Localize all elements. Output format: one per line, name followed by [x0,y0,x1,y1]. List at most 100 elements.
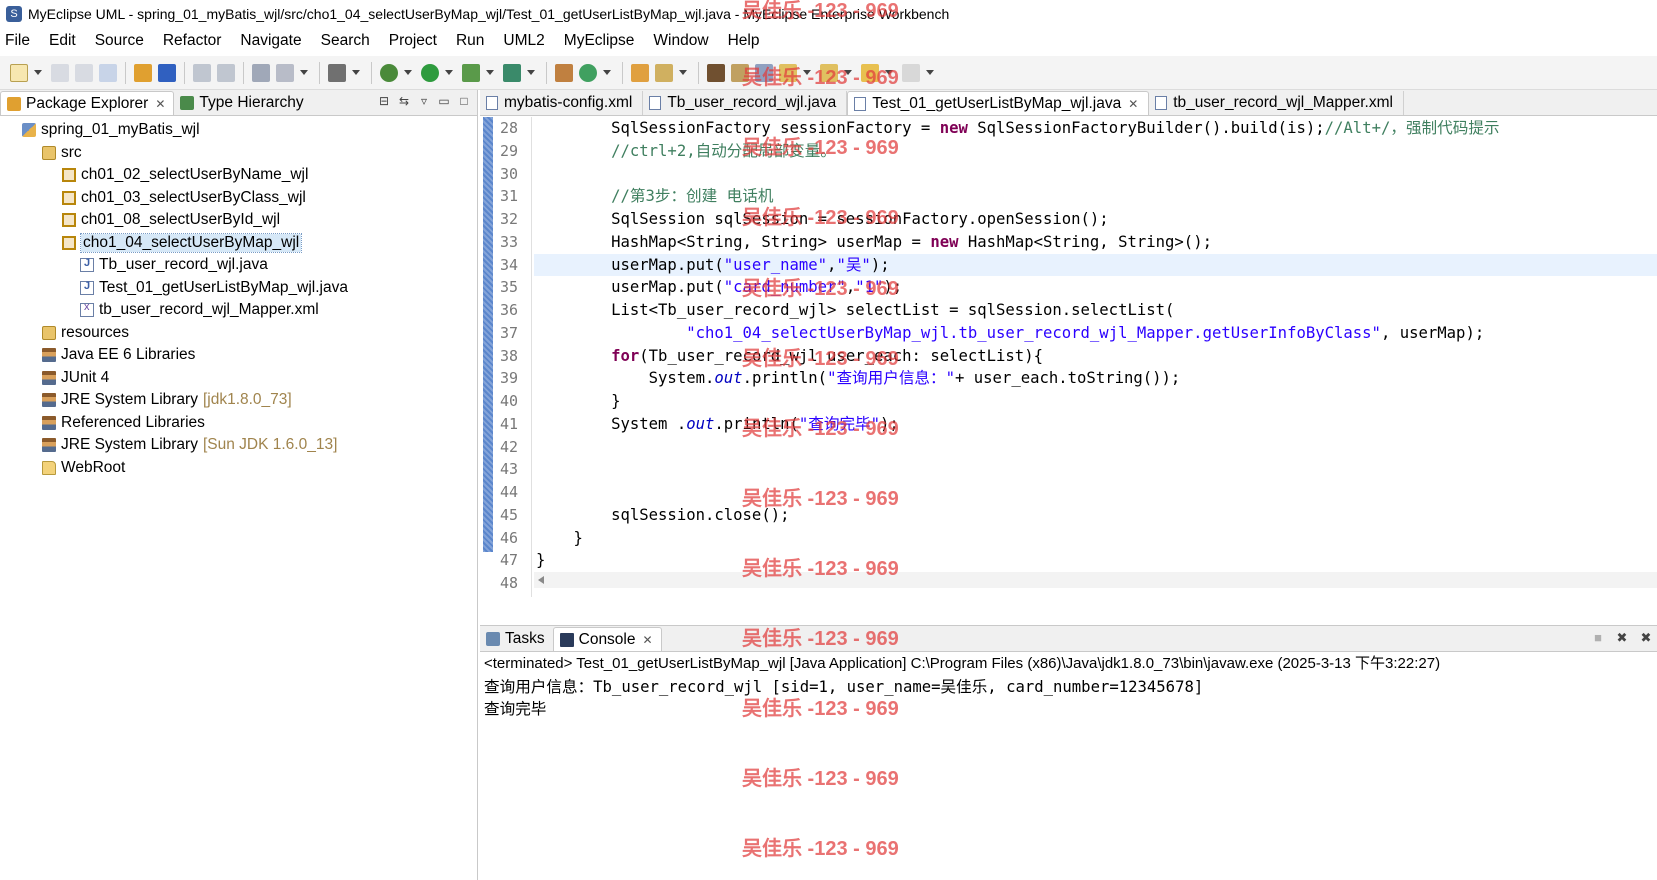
remove-all-terminated-icon[interactable]: ✖ [1639,631,1653,645]
code-line[interactable]: SqlSession sqlSession = sessionFactory.o… [534,208,1657,231]
tree-item[interactable]: Referenced Libraries [0,412,477,435]
menu-uml2[interactable]: UML2 [503,32,544,50]
code-line[interactable]: List<Tb_user_record_wjl> selectList = sq… [534,299,1657,322]
refresh-icon[interactable] [217,63,235,82]
save-icon[interactable] [51,63,69,82]
deploy-icon[interactable] [252,63,270,82]
menu-file[interactable]: File [5,32,30,50]
code-line[interactable]: userMap.put("user_name","吴"); [534,253,1657,277]
tab-type-hierarchy[interactable]: Type Hierarchy [174,91,311,115]
new-class-dropdown-icon[interactable] [603,70,611,75]
toggle-breadcrumb-icon[interactable] [707,63,725,82]
menu-search[interactable]: Search [321,32,370,50]
tree-item[interactable]: Java EE 6 Libraries [0,344,477,367]
back-icon[interactable] [861,63,879,82]
code-line[interactable]: System.out.println("查询用户信息："+ user_each.… [534,367,1657,390]
run-icon[interactable] [421,63,439,82]
console-output[interactable]: 查询用户信息：Tb_user_record_wjl [sid=1, user_n… [480,676,1657,720]
editor-tab[interactable]: tb_user_record_wjl_Mapper.xml [1149,91,1404,115]
forward-dropdown-icon[interactable] [926,70,934,75]
tab-package-explorer[interactable]: Package Explorer ✕ [0,91,175,115]
tab-tasks[interactable]: Tasks [480,627,553,651]
external-tools-dropdown-icon[interactable] [527,70,535,75]
debug-icon[interactable] [380,63,398,82]
menu-edit[interactable]: Edit [49,32,76,50]
tree-item[interactable]: resources [0,322,477,345]
menu-navigate[interactable]: Navigate [240,32,301,50]
tree-item[interactable]: JRE System Library [Sun JDK 1.6.0_13] [0,434,477,457]
run-dropdown-icon[interactable] [445,70,453,75]
back-dropdown-icon[interactable] [885,70,893,75]
code-line[interactable]: userMap.put("card_number","1"); [534,276,1657,299]
editor-tab[interactable]: Test_01_getUserListByMap_wjl.java ✕ [847,91,1150,115]
terminate-icon[interactable]: ■ [1591,631,1605,645]
menu-help[interactable]: Help [728,32,760,50]
menu-source[interactable]: Source [95,32,144,50]
tree-item[interactable]: tb_user_record_wjl_Mapper.xml [0,299,477,322]
tree-item[interactable]: ch01_08_selectUserById_wjl [0,209,477,232]
server-icon[interactable] [276,63,294,82]
code-line[interactable]: "cho1_04_selectUserByMap_wjl.tb_user_rec… [534,322,1657,345]
search-dropdown-icon[interactable] [679,70,687,75]
code-line[interactable] [534,163,1657,186]
tree-item[interactable]: Test_01_getUserListByMap_wjl.java [0,277,477,300]
tree-item[interactable]: WebRoot [0,457,477,480]
code-line[interactable]: System .out.println("查询完毕"); [534,413,1657,436]
code-line[interactable] [534,481,1657,504]
next-annotation-dropdown-icon[interactable] [803,70,811,75]
tree-item[interactable]: ch01_02_selectUserByName_wjl [0,164,477,187]
next-annotation-icon[interactable] [779,63,797,82]
link-with-editor-icon[interactable]: ⇆ [397,94,411,108]
open-resource-icon[interactable] [158,63,176,82]
tree-item[interactable]: src [0,142,477,165]
tree-item[interactable]: JRE System Library [jdk1.8.0_73] [0,389,477,412]
editor-tab[interactable]: Tb_user_record_wjl.java [643,91,848,115]
run-with-coverage-icon[interactable] [462,63,480,82]
build-icon[interactable] [193,63,211,82]
menu-run[interactable]: Run [456,32,484,50]
code-line[interactable]: SqlSessionFactory sessionFactory = new S… [534,117,1657,140]
external-tools-icon[interactable] [503,63,521,82]
close-icon[interactable]: ✕ [643,633,653,647]
coverage-dropdown-icon[interactable] [486,70,494,75]
code-line[interactable]: //第3步：创建 电话机 [534,185,1657,208]
open-task-icon[interactable] [631,63,649,82]
code-line[interactable] [534,458,1657,481]
collapse-all-icon[interactable]: ⊟ [377,94,391,108]
code-line[interactable] [534,436,1657,459]
code-line[interactable]: } [534,527,1657,550]
show-whitespace-icon[interactable] [755,63,773,82]
menu-window[interactable]: Window [653,32,708,50]
open-type-icon[interactable] [134,63,152,82]
tree-item[interactable]: cho1_04_selectUserByMap_wjl [0,232,477,255]
maximize-icon[interactable]: □ [457,94,471,108]
debug-dropdown-icon[interactable] [404,70,412,75]
new-icon[interactable] [10,63,28,82]
previous-annotation-icon[interactable] [820,63,838,82]
code-area[interactable]: 28 29 30 31 32 33 34 35 36 37 38 39 40 41 42 43 44 45 46 47… [480,117,1657,597]
new-dropdown-icon[interactable] [34,70,42,75]
new-class-icon[interactable] [579,63,597,82]
source-code[interactable]: SqlSessionFactory sessionFactory = new S… [534,117,1657,595]
code-line[interactable]: HashMap<String, String> userMap = new Ha… [534,231,1657,254]
tree-item[interactable]: Tb_user_record_wjl.java [0,254,477,277]
minimize-icon[interactable]: ▭ [437,94,451,108]
horizontal-scrollbar[interactable] [534,572,1657,588]
view-menu-icon[interactable]: ▿ [417,94,431,108]
new-java-project-icon[interactable] [555,63,573,82]
code-line[interactable]: } [534,549,1657,572]
mark-occurrences-icon[interactable] [731,63,749,82]
previous-annotation-dropdown-icon[interactable] [844,70,852,75]
tree-item[interactable]: ch01_03_selectUserByClass_wjl [0,187,477,210]
screenshot-dropdown-icon[interactable] [352,70,360,75]
menu-myeclipse[interactable]: MyEclipse [564,32,635,50]
forward-icon[interactable] [902,63,920,82]
screenshot-icon[interactable] [328,63,346,82]
tree-item[interactable]: spring_01_myBatis_wjl [0,119,477,142]
remove-launch-icon[interactable]: ✖ [1615,631,1629,645]
scroll-left-icon[interactable] [538,576,544,584]
tab-console[interactable]: Console ✕ [552,627,662,651]
code-line[interactable]: //ctrl+2,自动分配局部变量。 [534,140,1657,163]
tree-item[interactable]: JUnit 4 [0,367,477,390]
code-line[interactable]: for(Tb_user_record_wjl user_each: select… [534,345,1657,368]
